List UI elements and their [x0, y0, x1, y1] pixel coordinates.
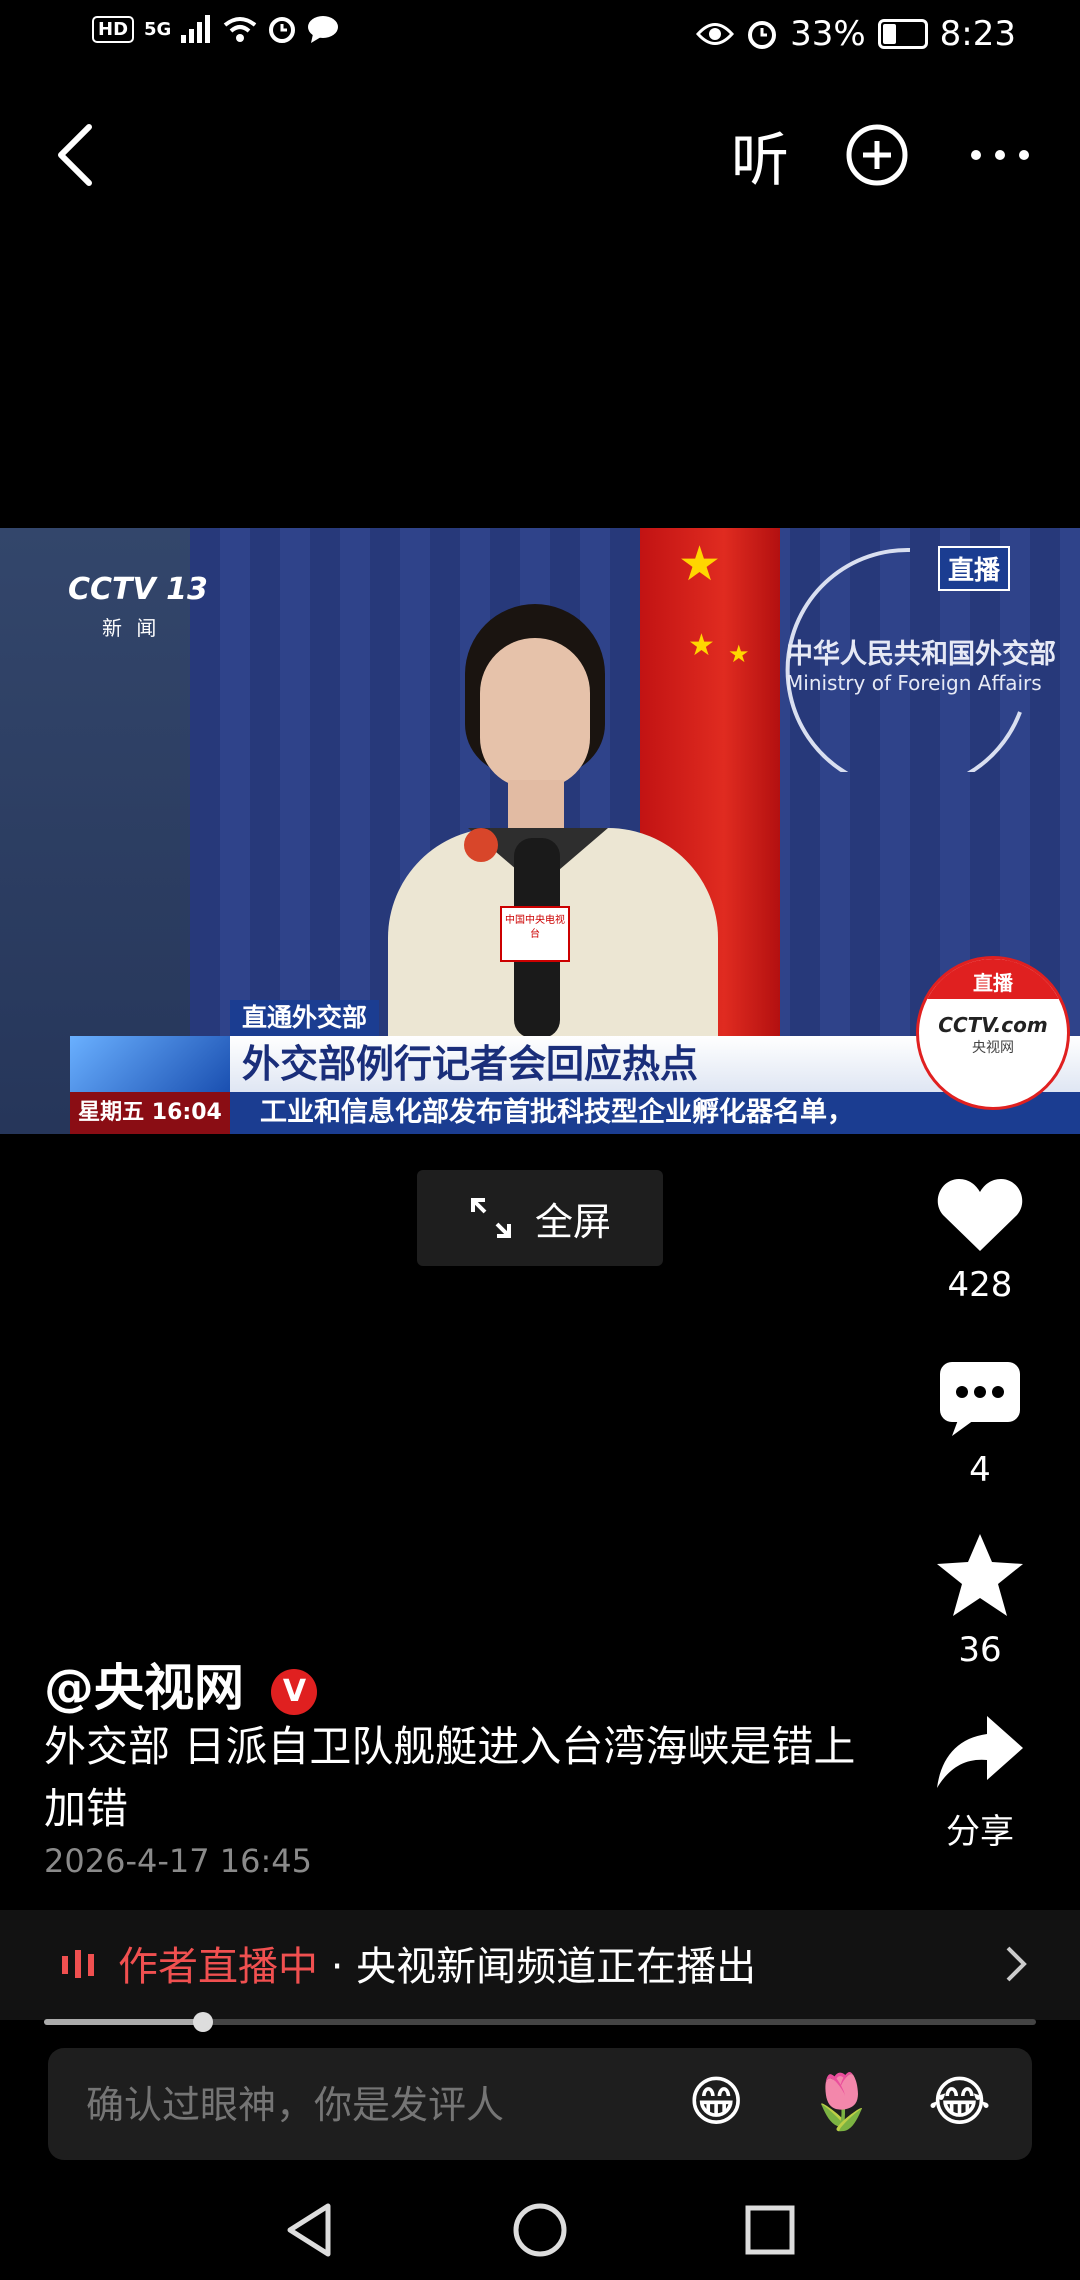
post-date: 2026-4-17 16:45 — [44, 1842, 312, 1880]
nav-recents-icon[interactable] — [744, 2204, 796, 2256]
hd-badge: HD — [92, 15, 135, 43]
grin-emoji-icon[interactable]: 😁 — [688, 2070, 744, 2133]
alarm-icon — [269, 17, 296, 43]
comment-count: 4 — [969, 1450, 991, 1490]
status-bar: HD 5G 33% 8:23 — [0, 0, 1080, 72]
live-banner-highlight: 作者直播中 — [118, 1944, 318, 1990]
listen-button[interactable]: 听 — [720, 120, 800, 194]
author-line[interactable]: @央视网 V — [44, 1648, 318, 1720]
live-banner-desc: · 央视新闻频道正在播出 — [318, 1944, 757, 1990]
nav-back-icon[interactable] — [284, 2202, 334, 2258]
share-label: 分享 — [946, 1812, 1014, 1852]
live-bars-icon — [62, 1950, 94, 1978]
back-button[interactable] — [40, 120, 110, 190]
presenter-brooch — [464, 828, 498, 862]
comment-action[interactable]: 4 — [910, 1360, 1050, 1490]
system-nav-bar — [0, 2180, 1080, 2280]
mic-flag: 中国中央电视台 — [500, 906, 570, 962]
comment-bar: 😁 🌷 😂 — [48, 2048, 1032, 2160]
status-right: 33% 8:23 — [696, 14, 1016, 54]
share-action[interactable]: 分享 — [910, 1712, 1050, 1853]
live-banner[interactable]: 作者直播中 · 央视新闻频道正在播出 — [0, 1910, 1080, 2020]
status-left: HD 5G — [92, 14, 339, 44]
add-button[interactable] — [840, 118, 914, 192]
mfa-name-cn: 中华人民共和国外交部 — [786, 639, 1056, 670]
battery-percent: 33% — [790, 14, 866, 54]
chevron-right-icon — [1006, 1946, 1027, 1982]
author-name[interactable]: @央视网 — [44, 1659, 244, 1717]
expand-icon — [470, 1198, 511, 1238]
star-icon — [937, 1534, 1023, 1616]
chevron-left-icon — [58, 124, 92, 186]
progress-track[interactable] — [44, 2012, 1036, 2032]
comment-bubble-icon — [940, 1362, 1020, 1436]
cctv13-sub: 新 闻 — [102, 616, 161, 640]
comment-input[interactable] — [84, 2072, 688, 2138]
day-time: 星期五 16:04 — [70, 1092, 230, 1134]
clock: 8:23 — [939, 14, 1016, 54]
battery-fill — [882, 24, 896, 44]
like-count: 428 — [947, 1265, 1013, 1305]
signal-icon — [181, 15, 211, 43]
flag-star-icon: ★ — [688, 628, 715, 663]
heart-icon — [937, 1179, 1023, 1251]
fullscreen-button[interactable]: 全屏 — [417, 1170, 663, 1266]
post-title: 外交部 日派自卫队舰艇进入台湾海峡是错上加错 — [44, 1722, 856, 1833]
lower-third-globe — [70, 1036, 230, 1092]
verified-badge-icon: V — [271, 1668, 318, 1715]
laugh-emoji-icon[interactable]: 😂 — [928, 2070, 991, 2133]
network-badge: 5G — [144, 18, 172, 40]
presenter-face — [480, 638, 590, 788]
more-dots-icon — [971, 150, 1029, 160]
flower-emoji-icon[interactable]: 🌷 — [808, 2070, 875, 2134]
cctv-live-badge: 直播 CCTV.com 央视网 — [916, 956, 1070, 1110]
top-bar: 听 — [0, 100, 1080, 210]
eye-icon — [696, 23, 735, 45]
lower-third-tag: 直通外交部 — [230, 1000, 380, 1036]
message-icon — [308, 16, 339, 43]
plus-circle-icon — [846, 124, 908, 186]
live-tag: 直播 — [938, 546, 1011, 591]
nav-home-icon[interactable] — [512, 2202, 568, 2258]
progress-fill — [44, 2019, 203, 2025]
video-player[interactable]: ★ ★ ★ 中华人民共和国外交部 Ministry of Foreign Aff… — [0, 528, 1080, 1134]
like-action[interactable]: 428 — [910, 1175, 1050, 1305]
flag-star-icon: ★ — [728, 640, 750, 668]
flag-star-icon: ★ — [678, 536, 722, 592]
share-arrow-icon — [937, 1716, 1023, 1788]
live-banner-text: 作者直播中 · 央视新闻频道正在播出 — [118, 1934, 756, 1992]
cctv-com-logo: CCTV.com — [938, 1013, 1048, 1037]
progress-handle[interactable] — [193, 2012, 213, 2032]
fullscreen-label: 全屏 — [534, 1199, 611, 1244]
favorite-action[interactable]: 36 — [910, 1532, 1050, 1670]
alarm-status-icon — [748, 21, 777, 49]
mfa-name-en: Ministry of Foreign Affairs — [786, 671, 1042, 695]
battery-icon — [877, 19, 928, 49]
cctv13-logo: CCTV 13 — [68, 572, 208, 607]
favorite-count: 36 — [958, 1630, 1002, 1670]
wifi-icon — [224, 17, 257, 42]
more-button[interactable] — [960, 120, 1040, 190]
cctv-com-logo-cn: 央视网 — [972, 1040, 1014, 1056]
